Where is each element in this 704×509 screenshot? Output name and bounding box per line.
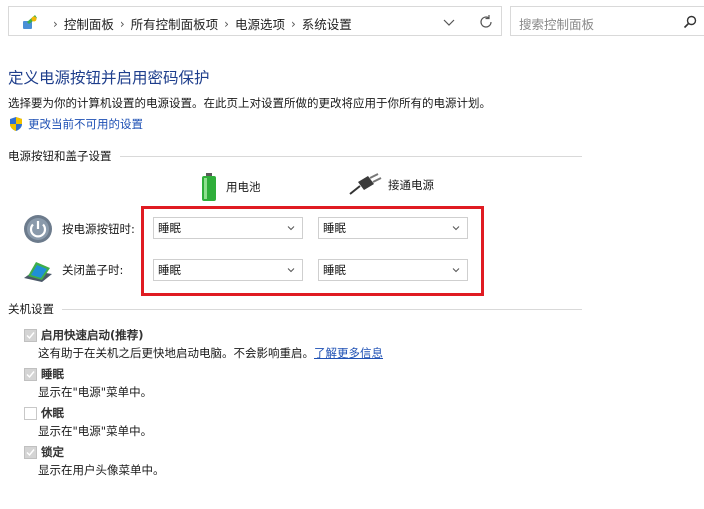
column-plugged-in: 接通电源	[348, 172, 434, 198]
address-bar[interactable]: › 控制面板 › 所有控制面板项 › 电源选项 › 系统设置	[8, 6, 502, 36]
power-button-label: 按电源按钮时:	[62, 222, 135, 236]
fast-startup-option: 启用快速启动(推荐)	[24, 327, 144, 343]
uac-shield-icon	[10, 117, 22, 131]
divider	[119, 155, 582, 157]
checkmark-icon	[26, 332, 35, 340]
page-description: 选择要为你的计算机设置的电源设置。在此页上对设置所做的更改将应用于你所有的电源计…	[8, 96, 491, 110]
hibernate-option: 休眠	[24, 405, 64, 421]
sleep-option: 睡眠	[24, 366, 64, 382]
search-placeholder: 搜索控制面板	[519, 17, 595, 32]
page-title: 定义电源按钮并启用密码保护	[8, 69, 210, 87]
change-settings-label[interactable]: 更改当前不可用的设置	[28, 116, 143, 132]
lid-close-label: 关闭盖子时:	[62, 263, 124, 277]
shutdown-section-header: 关机设置	[8, 301, 582, 317]
power-button-row-label: 按电源按钮时:	[22, 214, 135, 244]
lock-title: 锁定	[41, 445, 64, 459]
column-plugged-in-label: 接通电源	[388, 178, 434, 192]
search-icon[interactable]	[682, 14, 698, 30]
lock-option: 锁定	[24, 444, 64, 460]
search-input[interactable]: 搜索控制面板	[510, 6, 704, 36]
sleep-desc: 显示在"电源"菜单中。	[38, 385, 153, 399]
fast-startup-desc: 这有助于在关机之后更快地启动电脑。不会影响重启。了解更多信息	[38, 345, 383, 361]
fast-startup-title: 启用快速启动(推荐)	[41, 328, 144, 342]
sleep-title: 睡眠	[41, 367, 64, 381]
power-section-header: 电源按钮和盖子设置	[8, 148, 582, 164]
chevron-down-icon[interactable]	[441, 14, 457, 30]
fast-startup-desc-text: 这有助于在关机之后更快地启动电脑。不会影响重启。	[38, 346, 314, 360]
lock-desc: 显示在用户头像菜单中。	[38, 463, 165, 477]
sleep-checkbox[interactable]	[24, 368, 37, 381]
refresh-icon[interactable]	[477, 13, 495, 31]
power-button-icon	[24, 215, 52, 243]
laptop-lid-icon	[24, 262, 52, 282]
highlight-box	[141, 206, 484, 296]
lid-close-row-label: 关闭盖子时:	[22, 256, 123, 284]
divider	[62, 308, 582, 310]
breadcrumb-all-items[interactable]: 所有控制面板项	[131, 14, 219, 33]
lock-checkbox[interactable]	[24, 446, 37, 459]
power-plug-icon	[349, 173, 382, 195]
hibernate-desc: 显示在"电源"菜单中。	[38, 424, 153, 438]
checkmark-icon	[26, 371, 35, 379]
column-battery-label: 用电池	[226, 180, 261, 194]
fast-startup-checkbox[interactable]	[24, 329, 37, 342]
shutdown-section-title: 关机设置	[8, 302, 54, 316]
breadcrumb-control-panel[interactable]: 控制面板	[64, 14, 114, 33]
learn-more-link[interactable]: 了解更多信息	[314, 346, 383, 360]
hibernate-title: 休眠	[41, 406, 64, 420]
checkmark-icon	[26, 449, 35, 457]
power-section-title: 电源按钮和盖子设置	[8, 149, 112, 163]
column-battery: 用电池	[198, 172, 261, 202]
battery-icon	[202, 173, 216, 201]
breadcrumb-power-options[interactable]: 电源选项	[235, 14, 285, 33]
breadcrumb-system-settings[interactable]: 系统设置	[302, 14, 352, 33]
change-settings-link[interactable]: 更改当前不可用的设置	[8, 116, 143, 132]
hibernate-checkbox[interactable]	[24, 407, 37, 420]
control-panel-icon	[23, 15, 37, 29]
breadcrumb: › 控制面板 › 所有控制面板项 › 电源选项 › 系统设置	[47, 14, 352, 33]
